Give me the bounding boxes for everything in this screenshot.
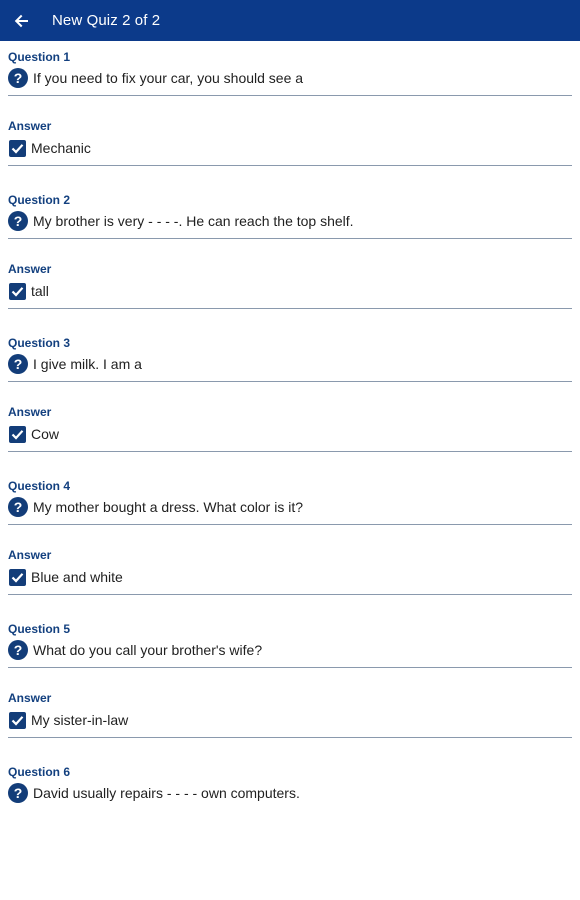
- quiz-item: Question 5 ? What do you call your broth…: [8, 622, 573, 738]
- question-text: My mother bought a dress. What color is …: [33, 499, 303, 515]
- answer-row[interactable]: Blue and white: [8, 567, 573, 587]
- question-label: Question 5: [8, 622, 71, 636]
- question-circle-icon: ?: [8, 354, 28, 374]
- answer-label: Answer: [8, 691, 52, 705]
- question-row: ? David usually repairs - - - - own comp…: [8, 783, 573, 803]
- answer-text: Cow: [31, 426, 60, 442]
- back-button[interactable]: [14, 14, 28, 28]
- answer-row[interactable]: Cow: [8, 424, 573, 444]
- divider: [8, 594, 572, 595]
- question-row: ? If you need to fix your car, you shoul…: [8, 68, 573, 88]
- quiz-list: Question 1 ? If you need to fix your car…: [0, 50, 580, 803]
- question-label: Question 2: [8, 193, 71, 207]
- question-row: ? I give milk. I am a: [8, 354, 573, 374]
- checkbox-checked-icon[interactable]: [9, 425, 26, 443]
- answer-label: Answer: [8, 405, 52, 419]
- page-title: New Quiz 2 of 2: [52, 12, 161, 29]
- question-row: ? What do you call your brother's wife?: [8, 640, 573, 660]
- divider: [8, 165, 572, 166]
- divider: [8, 381, 572, 382]
- arrow-left-icon: [14, 14, 28, 27]
- quiz-item: Question 6 ? David usually repairs - - -…: [8, 765, 573, 803]
- divider: [8, 524, 572, 525]
- answer-row[interactable]: Mechanic: [8, 138, 573, 158]
- checkbox-checked-icon[interactable]: [9, 139, 26, 157]
- divider: [8, 308, 572, 309]
- checkbox-checked-icon[interactable]: [9, 282, 26, 300]
- divider: [8, 238, 572, 239]
- question-circle-icon: ?: [8, 68, 28, 88]
- answer-text: tall: [31, 283, 49, 299]
- checkbox-checked-icon[interactable]: [9, 711, 26, 729]
- answer-text: My sister-in-law: [31, 712, 129, 728]
- question-label: Question 4: [8, 479, 71, 493]
- quiz-item: Question 2 ? My brother is very - - - -.…: [8, 193, 573, 309]
- quiz-item: Question 3 ? I give milk. I am a Answer …: [8, 336, 573, 452]
- checkbox-checked-icon[interactable]: [9, 568, 26, 586]
- answer-label: Answer: [8, 548, 52, 562]
- question-row: ? My brother is very - - - -. He can rea…: [8, 211, 573, 231]
- question-circle-icon: ?: [8, 211, 28, 231]
- divider: [8, 95, 572, 96]
- question-label: Question 3: [8, 336, 71, 350]
- answer-row[interactable]: My sister-in-law: [8, 710, 573, 730]
- question-text: I give milk. I am a: [33, 356, 142, 372]
- answer-label: Answer: [8, 119, 52, 133]
- question-row: ? My mother bought a dress. What color i…: [8, 497, 573, 517]
- question-circle-icon: ?: [8, 783, 28, 803]
- quiz-item: Question 4 ? My mother bought a dress. W…: [8, 479, 573, 595]
- question-text: My brother is very - - - -. He can reach…: [33, 213, 354, 229]
- divider: [8, 737, 572, 738]
- app-bar: New Quiz 2 of 2: [0, 0, 580, 41]
- question-circle-icon: ?: [8, 640, 28, 660]
- answer-text: Blue and white: [31, 569, 123, 585]
- divider: [8, 667, 572, 668]
- answer-row[interactable]: tall: [8, 281, 573, 301]
- question-circle-icon: ?: [8, 497, 28, 517]
- divider: [8, 451, 572, 452]
- question-text: David usually repairs - - - - own comput…: [33, 785, 300, 801]
- question-label: Question 1: [8, 50, 71, 64]
- question-label: Question 6: [8, 765, 71, 779]
- question-text: What do you call your brother's wife?: [33, 642, 263, 658]
- question-text: If you need to fix your car, you should …: [33, 70, 304, 86]
- answer-label: Answer: [8, 262, 52, 276]
- answer-text: Mechanic: [31, 140, 91, 156]
- quiz-item: Question 1 ? If you need to fix your car…: [8, 50, 573, 166]
